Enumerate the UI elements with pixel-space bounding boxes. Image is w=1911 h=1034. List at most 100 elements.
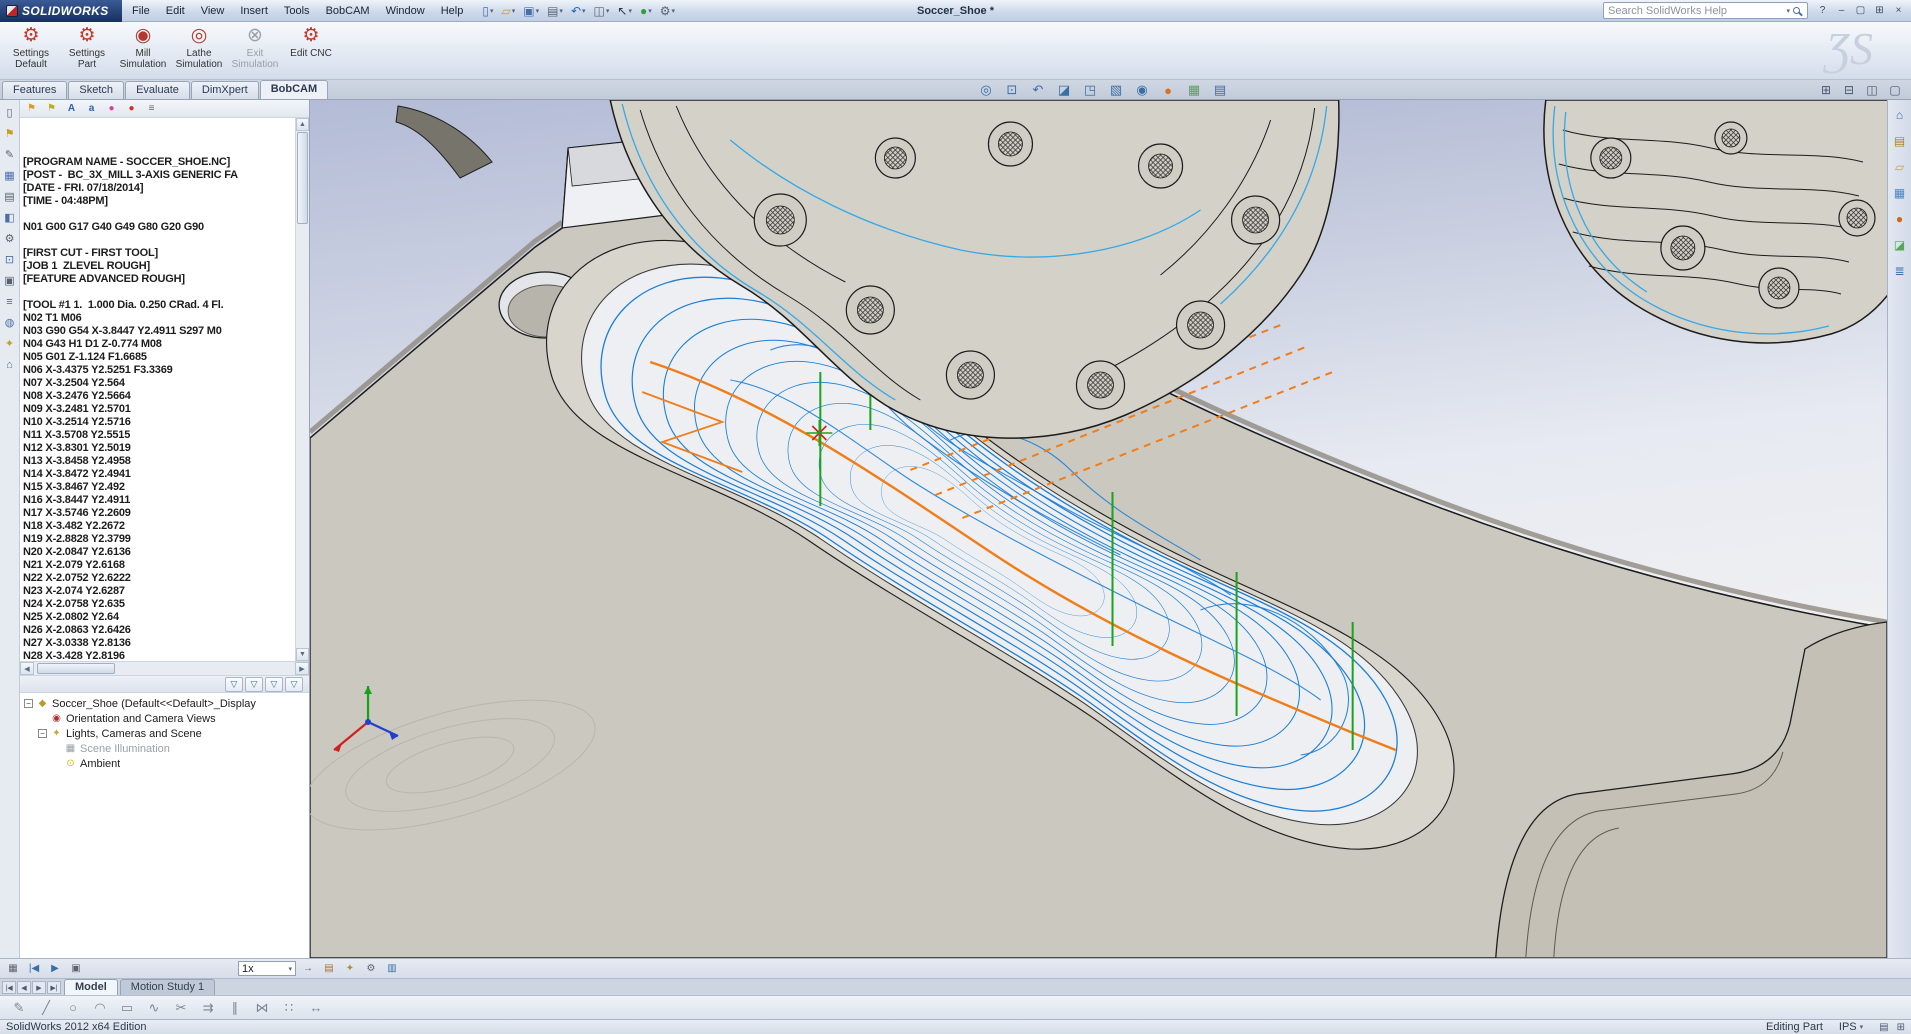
motion-calculate-icon[interactable]: ▦ xyxy=(4,961,22,977)
menu-item[interactable]: Window xyxy=(378,0,433,21)
new-file-icon[interactable]: ▯ ▾ xyxy=(479,4,496,18)
tab-sketch[interactable]: Sketch xyxy=(68,81,124,99)
status-sheet-icon[interactable]: ▤ xyxy=(1879,1022,1888,1033)
viewport-layout-icon[interactable]: ⊞ xyxy=(1816,81,1836,99)
view-settings-icon[interactable]: ▤ xyxy=(1209,81,1231,99)
lathe-simulation-button[interactable]: ◎ Lathe Simulation xyxy=(172,24,226,77)
split-vertical-icon[interactable]: ◫ xyxy=(1862,81,1882,99)
motion-settings-icon[interactable]: ⚙ xyxy=(362,961,380,977)
play-icon[interactable]: ▶ xyxy=(46,961,64,977)
split-horizontal-icon[interactable]: ⊟ xyxy=(1839,81,1859,99)
convert-entities-icon[interactable]: ⇉ xyxy=(198,998,218,1017)
save-animation-icon[interactable]: ▣ xyxy=(67,961,85,977)
filter-settings-icon[interactable]: ▽ xyxy=(285,677,303,692)
offset-icon[interactable]: ∥ xyxy=(225,998,245,1017)
home-icon[interactable]: ⌂ xyxy=(2,357,18,372)
scrollbar-thumb[interactable] xyxy=(37,663,115,674)
document-icon[interactable]: ▯ xyxy=(2,105,18,120)
photoview-icon[interactable]: ▤ xyxy=(320,961,338,977)
file-explorer-icon[interactable]: ▱ xyxy=(1891,158,1909,175)
apply-scene-icon[interactable]: ▦ xyxy=(1183,81,1205,99)
font-upper-icon[interactable]: A xyxy=(64,102,79,116)
section-view-icon[interactable]: ◪ xyxy=(1053,81,1075,99)
tree-item-ambient[interactable]: ⊙ Ambient xyxy=(22,756,309,771)
box-icon[interactable]: ⊡ xyxy=(2,252,18,267)
star-icon[interactable]: ✦ xyxy=(2,336,18,351)
export-animation-icon[interactable]: → xyxy=(299,961,317,977)
previous-view-icon[interactable]: ↶ xyxy=(1027,81,1049,99)
appearances-icon[interactable]: ● xyxy=(1891,210,1909,227)
tabs-scroll-last-icon[interactable]: ▶| xyxy=(47,981,61,994)
menu-item[interactable]: View xyxy=(193,0,233,21)
nc-horizontal-scrollbar[interactable]: ◀ ▶ xyxy=(20,661,309,675)
circle-icon[interactable]: ○ xyxy=(63,998,83,1017)
mill-simulation-button[interactable]: ◉ Mill Simulation xyxy=(116,24,170,77)
save-small-icon[interactable]: ▣ xyxy=(2,273,18,288)
settings-default-button[interactable]: ⚙ Settings Default xyxy=(4,24,58,77)
expander-icon[interactable]: − xyxy=(38,729,47,738)
save-icon[interactable]: ▣ ▾ xyxy=(520,4,542,18)
edit-appearance-icon[interactable]: ● xyxy=(1157,81,1179,99)
restore-button[interactable]: ▢ xyxy=(1852,3,1869,18)
custom-properties-icon[interactable]: ≣ xyxy=(1891,262,1909,279)
highlight-icon[interactable]: ● xyxy=(104,102,119,116)
menu-item[interactable]: BobCAM xyxy=(318,0,378,21)
smart-dimension-icon[interactable]: ↔ xyxy=(306,998,326,1017)
exit-simulation-button[interactable]: ⊗ Exit Simulation xyxy=(228,24,282,77)
mirror-icon[interactable]: ⋈ xyxy=(252,998,272,1017)
pattern-icon[interactable]: ∷ xyxy=(279,998,299,1017)
view-orientation-icon[interactable]: ◳ xyxy=(1079,81,1101,99)
search-options-caret-icon[interactable]: ▾ xyxy=(1786,7,1790,15)
view-palette-icon[interactable]: ▦ xyxy=(1891,184,1909,201)
menu-item[interactable]: Tools xyxy=(276,0,318,21)
open-icon[interactable]: ▱ ▾ xyxy=(498,4,518,18)
expander-icon[interactable]: − xyxy=(24,699,33,708)
minimize-button[interactable]: – xyxy=(1833,3,1850,18)
stop-icon[interactable]: ● xyxy=(124,102,139,116)
font-lower-icon[interactable]: a xyxy=(84,102,99,116)
search-input[interactable]: Search SolidWorks Help ▾ xyxy=(1603,2,1808,19)
trim-icon[interactable]: ✂ xyxy=(171,998,191,1017)
rebuild-icon[interactable]: ● ▾ xyxy=(637,4,655,18)
tabs-scroll-prev-icon[interactable]: ◀ xyxy=(17,981,31,994)
playback-speed-select[interactable]: 1x ▾ xyxy=(238,961,296,976)
units-select[interactable]: IPS ▾ xyxy=(1839,1021,1863,1033)
tree-item-orientation[interactable]: ◉ Orientation and Camera Views xyxy=(22,711,309,726)
tree-item-scene-illumination[interactable]: ▦ Scene Illumination xyxy=(22,741,309,756)
zoom-fit-icon[interactable]: ◎ xyxy=(975,81,997,99)
nc-program-listing[interactable]: [PROGRAM NAME - SOCCER_SHOE.NC][POST - B… xyxy=(20,118,295,661)
tree-item-soccer-shoe[interactable]: − ◆ Soccer_Shoe (Default<<Default>_Displ… xyxy=(22,696,309,711)
tag-add-icon[interactable]: ⚑ xyxy=(44,102,59,116)
results-plot-icon[interactable]: ▥ xyxy=(383,961,401,977)
graphics-area[interactable] xyxy=(310,100,1887,958)
fullscreen-icon[interactable]: ▢ xyxy=(1885,81,1905,99)
menu-item[interactable]: Edit xyxy=(158,0,193,21)
tab-bobcam[interactable]: BobCAM xyxy=(260,80,328,99)
scroll-right-icon[interactable]: ▶ xyxy=(295,662,309,675)
close-button[interactable]: × xyxy=(1890,3,1907,18)
select-arrow-icon[interactable]: ↖ ▾ xyxy=(614,4,635,18)
panel-icon[interactable]: ◧ xyxy=(2,210,18,225)
flag-icon[interactable]: ⚑ xyxy=(2,126,18,141)
tabs-scroll-first-icon[interactable]: |◀ xyxy=(2,981,16,994)
undo-icon[interactable]: ↶ ▾ xyxy=(568,4,589,18)
search-icon[interactable] xyxy=(1793,7,1800,14)
tab-evaluate[interactable]: Evaluate xyxy=(125,81,190,99)
circle-icon[interactable]: ◍ xyxy=(2,315,18,330)
scroll-left-icon[interactable]: ◀ xyxy=(20,662,34,675)
panes-button[interactable]: ⊞ xyxy=(1871,3,1888,18)
list-small-icon[interactable]: ≡ xyxy=(144,102,159,116)
tab-model[interactable]: Model xyxy=(64,979,118,995)
hide-show-items-icon[interactable]: ◉ xyxy=(1131,81,1153,99)
filter-all-icon[interactable]: ▽ xyxy=(225,677,243,692)
tab-features[interactable]: Features xyxy=(2,81,67,99)
design-library-icon[interactable]: ▤ xyxy=(1891,132,1909,149)
options-gear-icon[interactable]: ⚙ ▾ xyxy=(657,4,678,18)
menu-item[interactable]: Help xyxy=(433,0,472,21)
scenes-icon[interactable]: ◪ xyxy=(1891,236,1909,253)
tabs-scroll-next-icon[interactable]: ▶ xyxy=(32,981,46,994)
menu-item[interactable]: Insert xyxy=(232,0,276,21)
paste-icon[interactable]: ◫ ▾ xyxy=(591,4,613,18)
tag-icon[interactable]: ⚑ xyxy=(24,102,39,116)
scrollbar-track[interactable] xyxy=(35,663,294,674)
